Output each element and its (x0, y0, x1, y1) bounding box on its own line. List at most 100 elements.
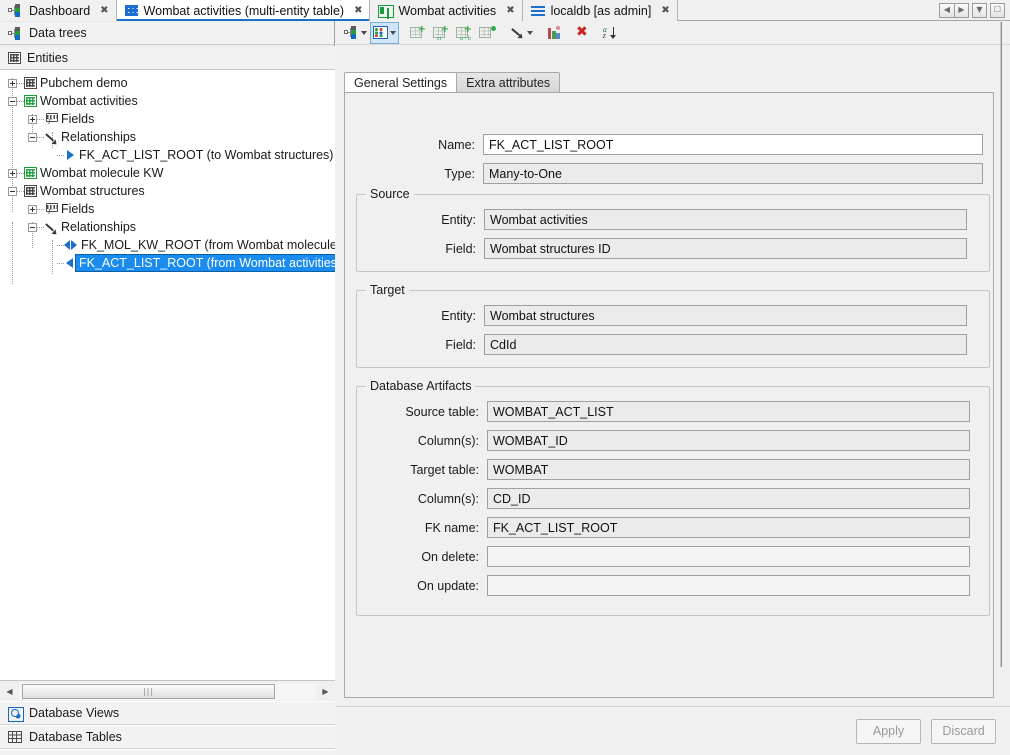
close-icon[interactable]: ✖ (661, 6, 669, 16)
entities-label: Entities (27, 51, 68, 65)
tree-connector (37, 137, 44, 138)
target-field-value: CdId (484, 334, 967, 355)
type-label: Type: (345, 167, 475, 181)
add-table-dot-button[interactable] (477, 23, 498, 43)
tree-connector (57, 263, 64, 264)
tree-item-wombat-molecule-kw[interactable]: Wombat molecule KW (0, 164, 166, 182)
entity-tree[interactable]: Pubchem demo Wombat activities Fields (0, 70, 335, 680)
scrollbar-thumb[interactable]: ||| (22, 684, 275, 699)
scrollbar-grip: ||| (143, 687, 154, 696)
tree-item-fk-act-list-root-from[interactable]: FK_ACT_LIST_ROOT (from Wombat activities… (40, 254, 335, 272)
on-delete-value (487, 546, 970, 567)
tree-connector (17, 101, 24, 102)
collapse-minus-icon[interactable] (28, 133, 37, 142)
tree-item-fk-act-list-root-to[interactable]: FK_ACT_LIST_ROOT (to Wombat structures) (40, 146, 335, 164)
scroll-right-icon[interactable]: ▶ (954, 3, 969, 18)
tree-item-label: Wombat molecule KW (37, 165, 166, 181)
data-tree-icon (344, 26, 359, 39)
data-tree-view-button[interactable] (342, 23, 369, 43)
chevron-down-icon[interactable] (361, 31, 367, 35)
tree-connector (37, 227, 44, 228)
chart-button[interactable] (545, 23, 564, 43)
database-table-icon (8, 731, 22, 743)
chevron-down-icon[interactable] (390, 31, 396, 35)
tree-item-wombat-activities-relationships[interactable]: Relationships (20, 128, 139, 146)
tab-localdb-as-admin[interactable]: localdb [as admin] ✖ (523, 0, 678, 21)
name-input[interactable]: FK_ACT_LIST_ROOT (483, 134, 983, 155)
fk-name-value: FK_ACT_LIST_ROOT (487, 517, 970, 538)
discard-button[interactable]: Discard (931, 719, 996, 744)
sort-az-icon: az (602, 26, 617, 40)
add-relationship-button[interactable] (508, 23, 535, 43)
name-field-row: Name: FK_ACT_LIST_ROOT (345, 134, 991, 155)
accordion-item-schema[interactable]: Schema (0, 749, 335, 755)
expand-plus-icon[interactable] (8, 79, 17, 88)
add-table-ct-icon: +ct (433, 26, 450, 40)
collapse-minus-icon[interactable] (8, 97, 17, 106)
on-update-value (487, 575, 970, 596)
source-entity-row: Entity: Wombat activities (357, 209, 991, 230)
close-icon[interactable]: ✖ (506, 6, 514, 16)
tree-item-fk-mol-kw-root-from[interactable]: FK_MOL_KW_ROOT (from Wombat molecule KW) (40, 236, 335, 254)
tree-item-wombat-structures[interactable]: Wombat structures (0, 182, 148, 200)
fields-icon (44, 203, 58, 216)
accordion-item-database-views[interactable]: Database Views (0, 701, 335, 725)
tree-item-wombat-activities-fields[interactable]: Fields (20, 110, 97, 128)
scrollbar-track[interactable]: ||| (19, 683, 316, 700)
name-label: Name: (345, 138, 475, 152)
entity-green-icon (24, 167, 37, 179)
scroll-right-icon[interactable]: ▶ (316, 682, 335, 701)
tree-item-pubchem-demo[interactable]: Pubchem demo (0, 74, 131, 92)
on-delete-row: On delete: (357, 546, 991, 567)
tree-connector (37, 209, 44, 210)
database-artifacts-group: Database Artifacts Source table: WOMBAT_… (356, 386, 990, 616)
collapse-minus-icon[interactable] (28, 223, 37, 232)
tree-item-wombat-structures-relationships[interactable]: Relationships (20, 218, 139, 236)
delete-button[interactable]: ✖ (574, 23, 590, 43)
tree-item-wombat-structures-fields[interactable]: Fields (20, 200, 97, 218)
expand-plus-icon[interactable] (28, 115, 37, 124)
tree-item-label: Fields (58, 111, 97, 127)
sort-button[interactable]: az (600, 23, 619, 43)
tab-wombat-activities[interactable]: Wombat activities ✖ (370, 0, 522, 21)
tree-item-label: FK_ACT_LIST_ROOT (from Wombat activities… (76, 255, 335, 271)
on-update-label: On update: (357, 579, 479, 593)
dashboard-icon (8, 4, 23, 17)
scroll-left-icon[interactable]: ◀ (0, 682, 19, 701)
tree-horizontal-scrollbar[interactable]: ◀ ||| ▶ (0, 680, 335, 701)
target-entity-label: Entity: (357, 309, 476, 323)
add-calculated-table-button[interactable]: +ct (431, 23, 452, 43)
database-view-icon (8, 707, 22, 720)
entities-header[interactable]: Entities (0, 46, 335, 70)
hamburger-blue-icon (531, 5, 545, 16)
source-field-row: Field: Wombat structures ID (357, 238, 991, 259)
accordion-item-database-tables[interactable]: Database Tables (0, 725, 335, 749)
tree-item-label: FK_ACT_LIST_ROOT (to Wombat structures) (76, 147, 335, 163)
application-window: Dashboard ✖ Wombat activities (multi-ent… (0, 0, 1010, 755)
tree-item-wombat-activities[interactable]: Wombat activities (0, 92, 141, 110)
tab-extra-attributes[interactable]: Extra attributes (456, 72, 560, 93)
tab-wombat-activities-multi-entity-table[interactable]: Wombat activities (multi-entity table) ✖ (117, 0, 371, 21)
tab-dashboard[interactable]: Dashboard ✖ (0, 0, 117, 21)
green-list-icon (378, 5, 392, 16)
add-table-button[interactable]: + (408, 23, 429, 43)
close-x-icon: ✖ (576, 26, 588, 39)
chevron-down-icon[interactable]: ▼ (972, 3, 987, 18)
close-icon[interactable]: ✖ (354, 6, 362, 16)
target-table-row: Target table: WOMBAT (357, 459, 991, 480)
expand-plus-icon[interactable] (8, 169, 17, 178)
add-aggregate-table-button[interactable]: +a+b (454, 23, 475, 43)
collapse-minus-icon[interactable] (8, 187, 17, 196)
entity-dark-icon (24, 77, 37, 89)
arrow-right-icon (64, 149, 76, 161)
tab-general-settings[interactable]: General Settings (344, 72, 457, 93)
maximize-icon[interactable]: ☐ (990, 3, 1005, 18)
apply-button-label: Apply (873, 724, 904, 738)
data-trees-header[interactable]: Data trees (0, 21, 334, 45)
expand-plus-icon[interactable] (28, 205, 37, 214)
scroll-left-icon[interactable]: ◀ (939, 3, 954, 18)
apply-button[interactable]: Apply (856, 719, 921, 744)
chevron-down-icon[interactable] (527, 31, 533, 35)
close-icon[interactable]: ✖ (100, 6, 108, 16)
grid-view-button[interactable] (371, 23, 398, 43)
